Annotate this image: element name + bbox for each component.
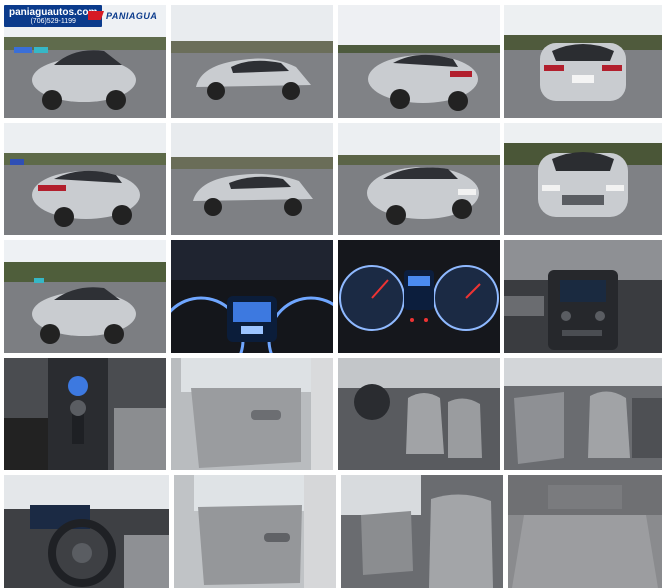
gauges-image [338, 240, 500, 353]
photo-front-left-exterior-wide[interactable] [4, 240, 166, 353]
photo-front-seats-driver-side[interactable] [338, 358, 500, 470]
steering-image [4, 475, 169, 588]
photo-rear-seats[interactable] [341, 475, 503, 588]
dealer-phone: (706)529-1199 [30, 17, 76, 25]
photo-left-side-exterior[interactable] [171, 5, 333, 118]
seats-image [504, 358, 662, 470]
dealer-brand-name: PANIAGUA [106, 10, 158, 21]
door-image [174, 475, 336, 588]
brand-stripe-icon [88, 11, 104, 20]
dealer-website: paniaguautos.com [9, 6, 98, 18]
seats-image [338, 358, 500, 470]
car-exterior-image [171, 123, 333, 235]
photo-gear-shifter-console[interactable] [4, 358, 166, 470]
photo-center-console-radio[interactable] [504, 240, 662, 353]
car-exterior-image [4, 123, 166, 235]
photo-trunk[interactable] [508, 475, 662, 588]
dashboard-image [171, 240, 333, 353]
photo-rear-door-open[interactable] [174, 475, 336, 588]
car-exterior-image [504, 123, 662, 235]
photo-gauges-closeup[interactable] [338, 240, 500, 353]
car-exterior-image [4, 240, 166, 353]
trunk-image [508, 475, 662, 588]
photo-front-seats-passenger-side[interactable] [504, 358, 662, 470]
car-exterior-image [338, 123, 500, 235]
door-image [171, 358, 333, 470]
car-exterior-image [504, 5, 662, 118]
console-image [504, 240, 662, 353]
seats-image [341, 475, 503, 588]
photo-rear-left-exterior-angled[interactable] [4, 123, 166, 235]
photo-left-side-exterior-profile[interactable] [171, 123, 333, 235]
photo-rear-left-exterior[interactable] [338, 5, 500, 118]
car-exterior-image [171, 5, 333, 118]
car-exterior-image [338, 5, 500, 118]
photo-steering-wheel-dashboard[interactable] [4, 475, 169, 588]
shifter-image [4, 358, 166, 470]
photo-front-exterior[interactable] [504, 123, 662, 235]
photo-front-right-exterior[interactable] [338, 123, 500, 235]
photo-grid: paniaguautos.com (706)529-1199 PANIAGUA [0, 0, 662, 588]
photo-rear-exterior[interactable] [504, 5, 662, 118]
photo-rear-door-interior[interactable] [171, 358, 333, 470]
photo-instrument-cluster[interactable] [171, 240, 333, 353]
dealer-brand-logo: PANIAGUA [88, 8, 164, 23]
